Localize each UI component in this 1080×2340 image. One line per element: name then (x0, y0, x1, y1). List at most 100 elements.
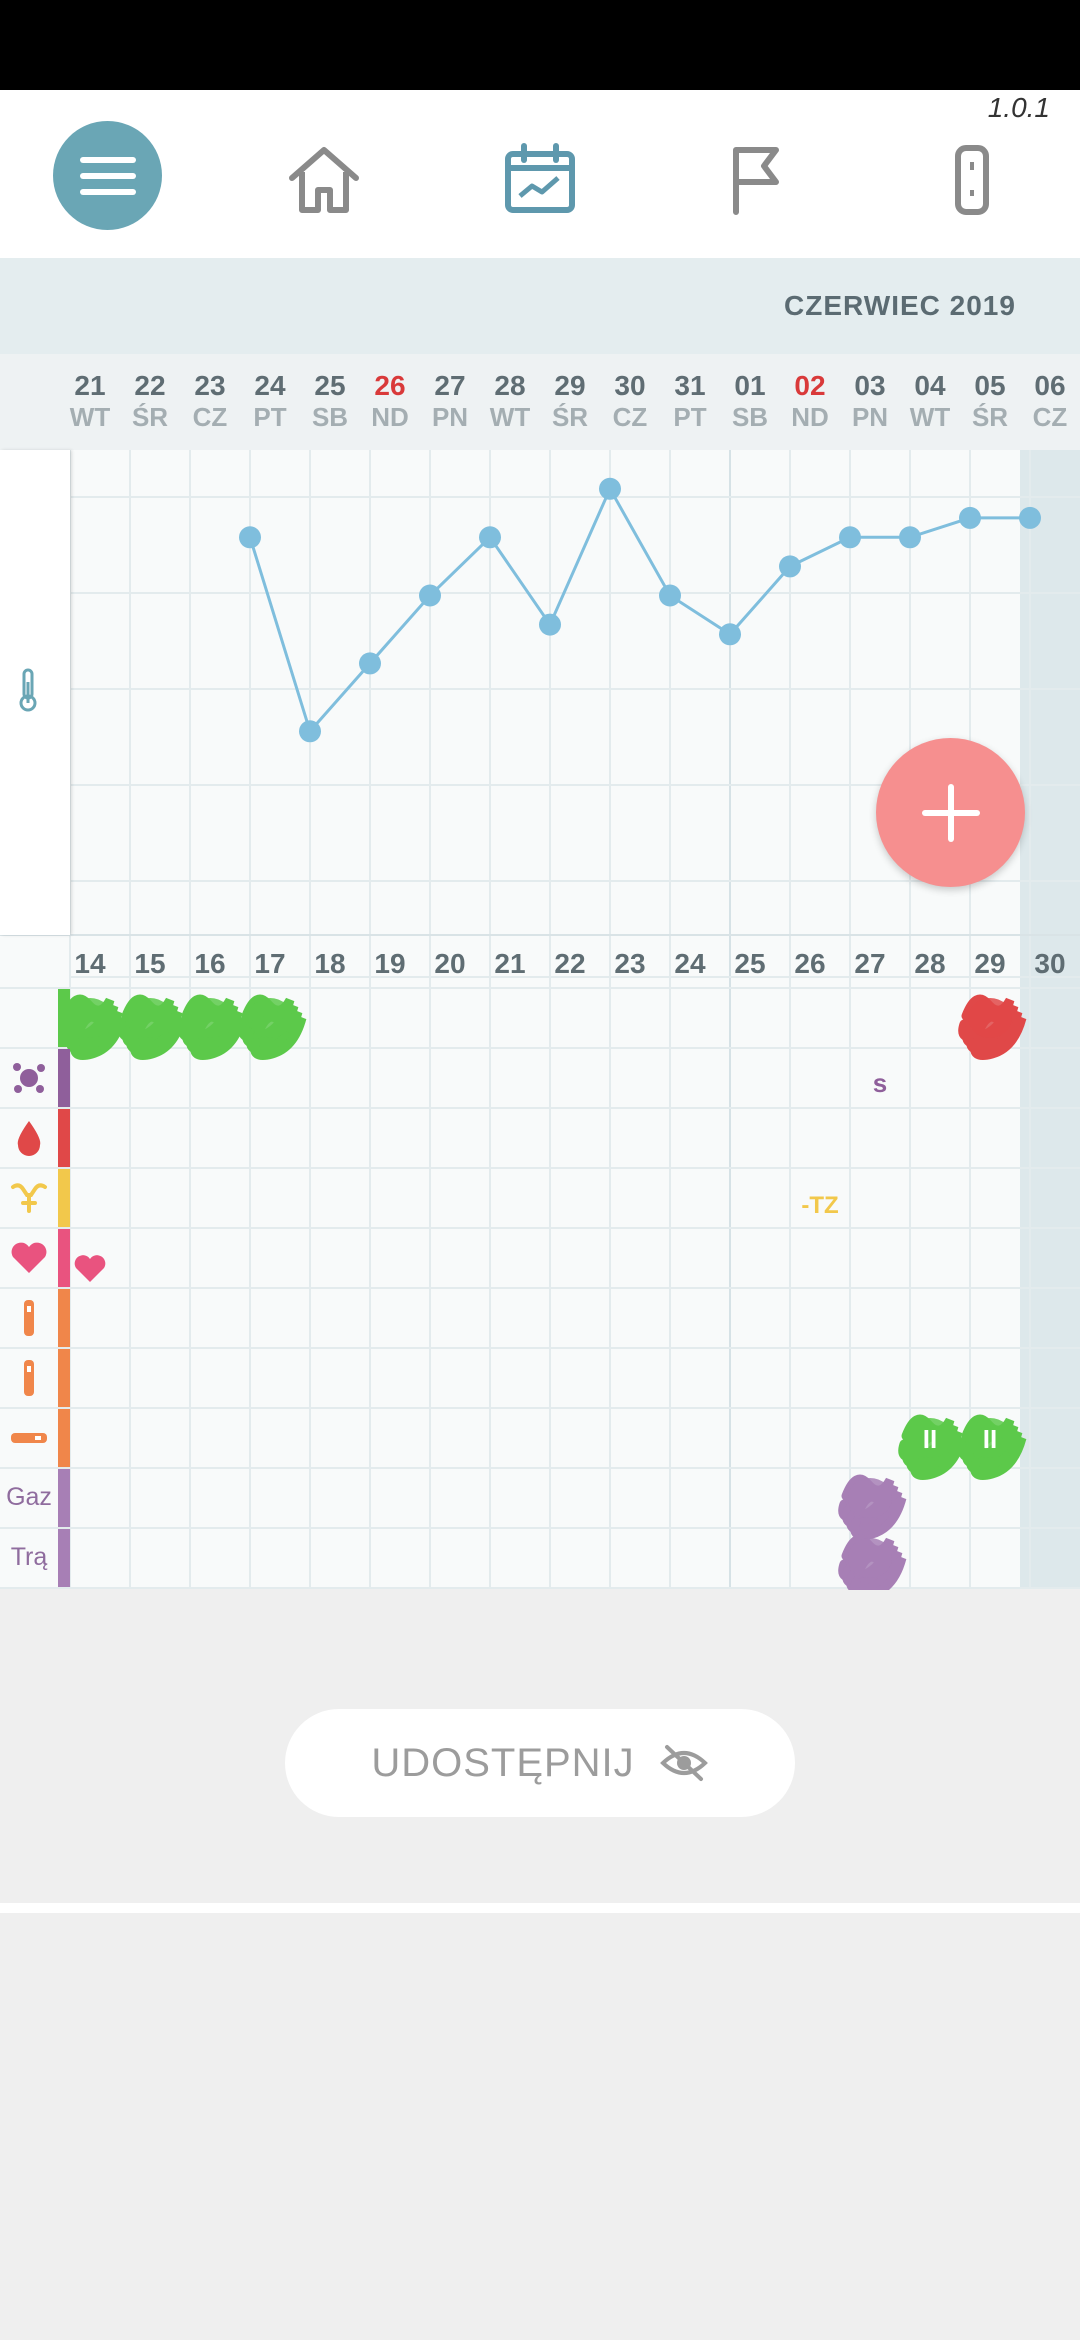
temperature-point (839, 526, 861, 549)
weekday-label: PN (851, 402, 889, 432)
day-number: 06 (1034, 370, 1066, 401)
weekday-label: ŚR (551, 402, 589, 432)
row-color-bar (58, 1469, 70, 1527)
row-color-bar (58, 1409, 70, 1467)
day-header[interactable]: 29 ŚR (540, 354, 600, 433)
row-color-bar (58, 1049, 70, 1107)
temperature-point (659, 584, 681, 607)
day-header[interactable]: 22 ŚR (120, 354, 180, 433)
share-button[interactable]: UDOSTĘPNIJ (285, 1709, 795, 1817)
share-label: UDOSTĘPNIJ (371, 1740, 635, 1785)
cycle-day-number: 24 (674, 948, 706, 979)
day-header[interactable]: 30 CZ (600, 354, 660, 433)
temperature-point (959, 506, 981, 529)
temperature-line (248, 485, 1030, 735)
cycle-day-number: 25 (734, 948, 766, 979)
row-label[interactable]: Gaz (0, 1483, 58, 1512)
bottom-area (0, 1913, 1080, 2340)
day-number: 31 (674, 370, 706, 401)
temperature-axis-column (0, 450, 70, 935)
weekday-label: PT (673, 402, 707, 432)
eye-off-icon (659, 1745, 708, 1781)
cycle-day-number: 21 (494, 948, 526, 979)
cycle-day-number: 26 (794, 948, 826, 979)
temperature-point (539, 613, 561, 636)
heart-icon[interactable] (0, 1229, 58, 1287)
cycle-day-number: 22 (554, 948, 586, 979)
weekday-label: CZ (612, 402, 648, 432)
weekday-label: WT (909, 402, 951, 432)
weekday-label: PT (253, 402, 287, 432)
day-header[interactable]: 06 CZ (1020, 354, 1080, 433)
day-header[interactable]: 26 ND (360, 354, 420, 433)
temperature-point (1019, 506, 1041, 529)
day-number: 01 (734, 370, 766, 401)
row-color-bar (58, 1349, 70, 1407)
weekday-label: ND (791, 402, 829, 432)
uterus-annotation: -TZ (801, 1192, 838, 1219)
weekday-label: ND (371, 402, 409, 432)
thermometer-icon (19, 668, 37, 712)
cycle-day-number: 28 (914, 948, 946, 979)
day-number: 02 (794, 370, 826, 401)
day-number: 28 (494, 370, 526, 401)
cycle-day-number: 14 (74, 948, 106, 979)
month-label: CZERWIEC 2019 (784, 290, 1016, 321)
row-label[interactable]: Trą (0, 1543, 58, 1572)
day-header[interactable]: 28 WT (480, 354, 540, 433)
temperature-point (239, 526, 261, 549)
temperature-point (359, 652, 381, 675)
green-cycle-mark (118, 994, 187, 1060)
test-horizontal-icon[interactable] (0, 1409, 58, 1467)
weekday-label: ŚR (971, 402, 1009, 432)
green-cycle-mark (178, 994, 247, 1060)
row-color-bar (58, 1229, 70, 1287)
test-strip-icon[interactable] (0, 1289, 58, 1347)
day-header[interactable]: 25 SB (300, 354, 360, 433)
divider (0, 1903, 1080, 1913)
day-header[interactable]: 04 WT (900, 354, 960, 433)
day-header[interactable]: 31 PT (660, 354, 720, 433)
green-cycle-mark (238, 994, 307, 1060)
day-number: 26 (374, 370, 406, 401)
day-number: 25 (314, 370, 346, 401)
weekday-label: PN (431, 402, 469, 432)
temperature-point (479, 526, 501, 549)
day-number: 24 (254, 370, 286, 401)
temperature-point (779, 555, 801, 578)
temperature-point (299, 720, 321, 743)
day-number: 05 (974, 370, 1006, 401)
day-header[interactable]: 24 PT (240, 354, 300, 433)
drop-icon[interactable] (0, 1109, 58, 1167)
heart-mark (74, 1255, 106, 1282)
test-strip-icon[interactable] (0, 1349, 58, 1407)
day-header[interactable]: 05 ŚR (960, 354, 1020, 433)
cycle-day-number: 17 (254, 948, 286, 979)
weekday-label: ŚR (131, 402, 169, 432)
row-color-bar (58, 1289, 70, 1347)
day-header[interactable]: 01 SB (720, 354, 780, 433)
splat-icon[interactable] (0, 1049, 58, 1107)
test-result-label: II (983, 1424, 997, 1454)
temperature-point (419, 584, 441, 607)
day-number: 21 (74, 370, 106, 401)
cycle-day-number: 27 (854, 948, 886, 979)
cycle-day-number: 16 (194, 948, 226, 979)
row-color-bar (58, 1529, 70, 1587)
days-header: 21 WT 22 ŚR 23 CZ 24 PT 25 SB 26 ND 27 PN 28 WT 29 ŚR 30 CZ… (0, 354, 1080, 450)
plus-icon (921, 783, 980, 842)
uterus-icon[interactable] (0, 1169, 58, 1227)
day-header[interactable]: 02 ND (780, 354, 840, 433)
cycle-day-number: 30 (1034, 948, 1066, 979)
weekday-label: CZ (1032, 402, 1068, 432)
add-entry-button[interactable] (876, 738, 1025, 887)
day-header[interactable]: 21 WT (60, 354, 120, 433)
day-number: 29 (554, 370, 586, 401)
weekday-label: CZ (192, 402, 228, 432)
day-number: 27 (434, 370, 466, 401)
temperature-point (899, 526, 921, 549)
day-header[interactable]: 27 PN (420, 354, 480, 433)
day-header[interactable]: 23 CZ (180, 354, 240, 433)
cycle-day-number: 29 (974, 948, 1006, 979)
day-header[interactable]: 03 PN (840, 354, 900, 433)
